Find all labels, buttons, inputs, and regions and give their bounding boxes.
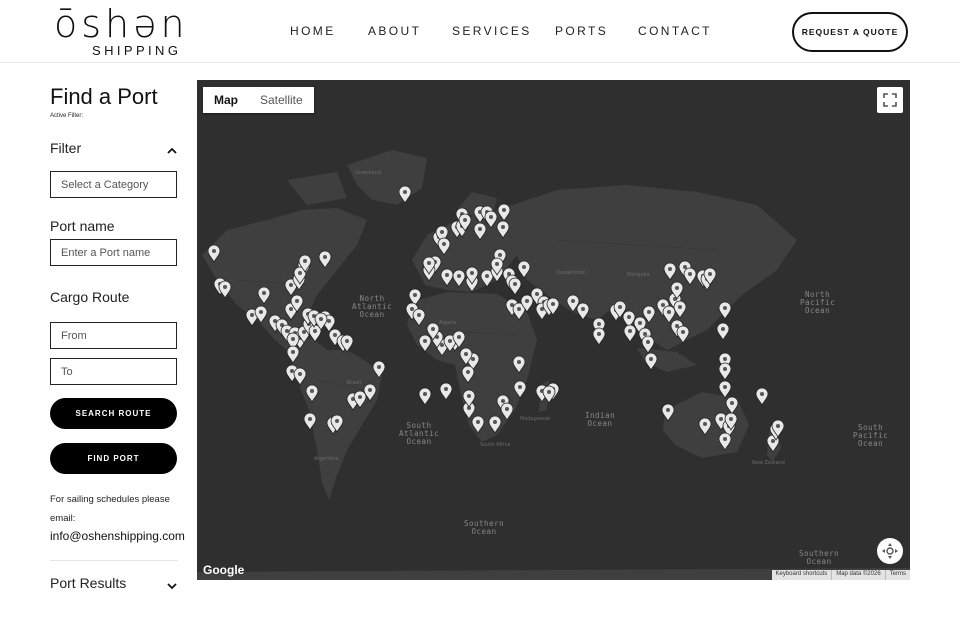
port-marker[interactable] [461,365,475,384]
port-marker[interactable] [718,432,732,451]
port-marker[interactable] [418,334,432,353]
port-marker[interactable] [218,280,232,299]
port-marker[interactable] [576,302,590,321]
cargo-route-label: Cargo Route [50,289,130,305]
category-select[interactable]: Select a Category [50,171,177,198]
port-marker[interactable] [496,220,510,239]
port-marker[interactable] [305,384,319,403]
port-marker[interactable] [662,305,676,324]
port-marker[interactable] [293,367,307,386]
sailing-note: For sailing schedules please [50,494,170,505]
port-marker[interactable] [497,203,511,222]
port-marker[interactable] [513,380,527,399]
contact-email-link[interactable]: info@oshenshipping.com [50,529,185,543]
route-from-input[interactable]: From [50,322,177,349]
port-marker[interactable] [318,250,332,269]
chevron-down-icon[interactable] [166,581,178,591]
chevron-up-icon[interactable] [166,146,178,156]
port-marker[interactable] [439,382,453,401]
google-logo: Google [203,563,245,577]
port-map[interactable]: Greenland Kazakhstan Mongolia Algeria Ma… [197,80,910,580]
keyboard-shortcuts-link[interactable]: Keyboard shortcuts [772,570,832,580]
find-port-button[interactable]: FIND PORT [50,443,177,474]
site-header: ōshən SHIPPING HOME ABOUT SERVICES PORTS… [0,0,960,63]
port-marker[interactable] [673,300,687,319]
port-marker[interactable] [683,267,697,286]
map-type-map-button[interactable]: Map [203,87,249,113]
port-name-label: Port name [50,218,115,234]
email-note: email: [50,513,76,524]
map-type-satellite-button[interactable]: Satellite [249,87,314,113]
nav-services[interactable]: SERVICES [452,24,532,38]
request-quote-button[interactable]: REQUEST A QUOTE [792,12,908,52]
nav-contact[interactable]: CONTACT [638,24,712,38]
camera-control-button[interactable] [877,538,903,564]
port-marker[interactable] [471,415,485,434]
port-marker[interactable] [592,327,606,346]
port-results-label[interactable]: Port Results [50,575,126,591]
port-marker[interactable] [412,308,426,327]
port-marker[interactable] [372,360,386,379]
port-marker[interactable] [755,387,769,406]
port-marker[interactable] [641,335,655,354]
filter-label[interactable]: Filter [50,140,81,156]
port-marker[interactable] [716,322,730,341]
port-marker[interactable] [644,352,658,371]
port-marker[interactable] [418,387,432,406]
map-type-control: Map Satellite [203,87,314,113]
brand-name: ōshən [54,2,189,46]
port-marker[interactable] [484,210,498,229]
move-icon [882,543,898,559]
port-markers[interactable] [197,80,910,580]
port-marker[interactable] [512,355,526,374]
port-marker[interactable] [488,415,502,434]
port-marker[interactable] [473,222,487,241]
port-marker[interactable] [254,305,268,324]
port-marker[interactable] [286,345,300,364]
port-marker[interactable] [437,237,451,256]
page-title: Find a Port [50,84,158,109]
port-marker[interactable] [517,260,531,279]
port-marker[interactable] [452,269,466,288]
port-marker[interactable] [718,380,732,399]
port-marker[interactable] [257,286,271,305]
active-filter-label: Active Filter: [50,113,84,119]
port-marker[interactable] [663,262,677,281]
nav-ports[interactable]: PORTS [555,24,608,38]
nav-home[interactable]: HOME [290,24,336,38]
port-marker[interactable] [725,396,739,415]
port-marker[interactable] [398,185,412,204]
map-attribution: Keyboard shortcuts Map data ©2026 Terms [771,570,910,580]
brand-tagline: SHIPPING [92,43,182,58]
port-marker[interactable] [508,277,522,296]
port-marker[interactable] [623,324,637,343]
port-marker[interactable] [676,325,690,344]
port-marker[interactable] [698,417,712,436]
route-to-input[interactable]: To [50,358,177,385]
nav-about[interactable]: ABOUT [368,24,421,38]
map-data-text: Map data ©2026 [831,570,884,580]
search-route-button[interactable]: SEARCH ROUTE [50,398,177,429]
port-name-input[interactable]: Enter a Port name [50,239,177,266]
fullscreen-button[interactable] [877,87,903,113]
port-marker[interactable] [718,362,732,381]
port-marker[interactable] [207,244,221,263]
port-marker[interactable] [303,412,317,431]
terms-link[interactable]: Terms [884,570,910,580]
fullscreen-icon [883,93,897,107]
port-marker[interactable] [718,301,732,320]
port-marker[interactable] [661,403,675,422]
brand-logo[interactable]: ōshən SHIPPING [54,4,220,58]
port-marker[interactable] [500,402,514,421]
port-marker[interactable] [440,268,454,287]
sidebar-divider [50,560,178,561]
